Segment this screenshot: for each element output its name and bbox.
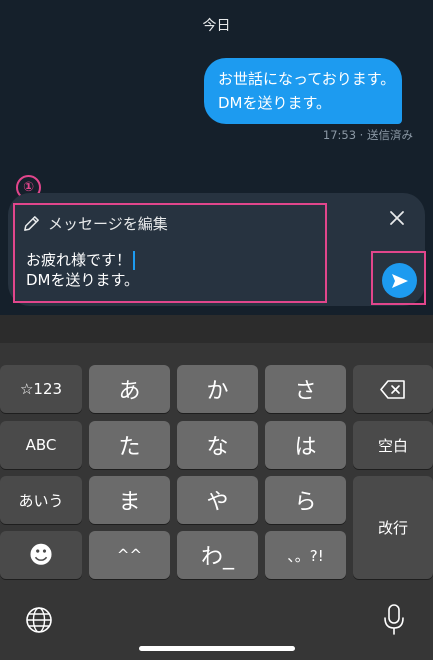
close-icon bbox=[390, 211, 404, 225]
key-wa[interactable]: わ_ bbox=[177, 531, 258, 579]
key-symbols[interactable]: ☆123 bbox=[0, 365, 82, 413]
text-caret bbox=[133, 251, 136, 270]
globe-icon bbox=[26, 607, 52, 633]
edit-message-header: メッセージを編集 bbox=[22, 213, 168, 234]
message-line: お世話になっております。 bbox=[218, 70, 396, 88]
send-button[interactable] bbox=[382, 263, 417, 298]
key-abc[interactable]: ABC bbox=[0, 421, 82, 469]
edit-message-label: メッセージを編集 bbox=[48, 215, 168, 233]
key-ka[interactable]: か bbox=[177, 365, 258, 413]
date-label: 今日 bbox=[202, 18, 231, 34]
message-line: DMを送ります。 bbox=[218, 94, 331, 112]
message-bubble[interactable]: お世話になっております。 DMを送ります。 bbox=[204, 58, 402, 124]
home-indicator bbox=[139, 646, 295, 651]
key-space[interactable]: 空白 bbox=[353, 421, 433, 469]
input-line: DMを送ります。 bbox=[26, 271, 139, 289]
key-sa[interactable]: さ bbox=[265, 365, 346, 413]
input-line: お疲れ様です！ bbox=[26, 251, 132, 269]
message-status: 17:53 · 送信済み bbox=[322, 128, 413, 142]
key-ra[interactable]: ら bbox=[265, 476, 346, 524]
keyboard-suggestion-bar bbox=[0, 315, 433, 343]
microphone-button[interactable] bbox=[381, 603, 407, 637]
key-ya[interactable]: や bbox=[177, 476, 258, 524]
key-kana[interactable]: あいう bbox=[0, 476, 82, 524]
key-a[interactable]: あ bbox=[89, 365, 170, 413]
globe-button[interactable] bbox=[24, 605, 54, 635]
key-emoji[interactable]: ☻ bbox=[0, 531, 82, 579]
key-enter[interactable]: 改行 bbox=[353, 476, 433, 579]
close-edit-button[interactable] bbox=[386, 207, 408, 229]
key-punctuation[interactable]: 、。?! bbox=[265, 531, 346, 579]
key-ha[interactable]: は bbox=[265, 421, 346, 469]
key-kaomoji[interactable]: ^^ bbox=[89, 531, 170, 579]
key-na[interactable]: な bbox=[177, 421, 258, 469]
key-backspace[interactable] bbox=[353, 365, 433, 413]
key-ta[interactable]: た bbox=[89, 421, 170, 469]
backspace-icon bbox=[380, 379, 405, 399]
pencil-icon bbox=[24, 216, 39, 231]
send-icon bbox=[391, 273, 408, 288]
key-ma[interactable]: ま bbox=[89, 476, 170, 524]
message-input[interactable]: お疲れ様です！ DMを送ります。 bbox=[26, 250, 139, 290]
microphone-icon bbox=[384, 604, 404, 635]
